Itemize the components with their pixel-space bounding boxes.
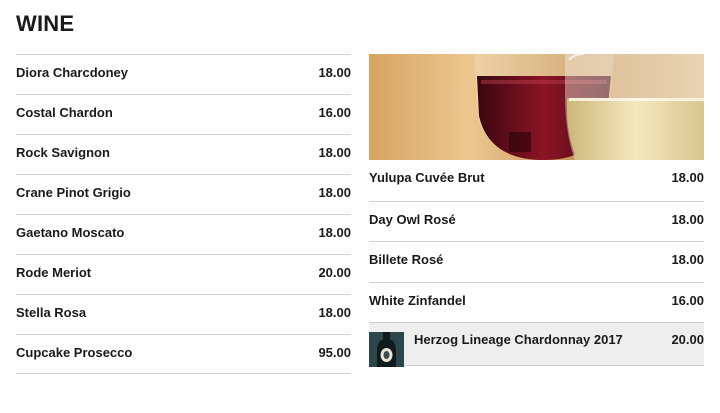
wine-price: 18.00 [318,65,351,80]
wine-name: Yulupa Cuvée Brut [369,170,485,185]
wine-glasses-illustration [369,54,704,160]
wine-name: Rock Savignon [16,145,110,160]
list-item[interactable]: Crane Pinot Grigio 18.00 [16,174,351,214]
list-item[interactable]: Rode Meriot 20.00 [16,254,351,294]
list-item[interactable]: Day Owl Rosé 18.00 [369,200,704,242]
wine-price: 16.00 [318,105,351,120]
list-item[interactable]: Stella Rosa 18.00 [16,294,351,334]
wine-name: Crane Pinot Grigio [16,185,131,200]
wine-price: 18.00 [318,185,351,200]
left-wine-list: Diora Charcdoney 18.00 Costal Chardon 16… [16,54,351,374]
wine-name: Costal Chardon [16,105,113,120]
wine-name: Rode Meriot [16,265,92,280]
wine-price: 16.00 [671,292,704,308]
wine-price: 18.00 [671,211,704,227]
wine-price: 20.00 [318,265,351,280]
wine-price: 18.00 [318,305,351,320]
list-item[interactable]: Diora Charcdoney 18.00 [16,54,351,94]
list-item[interactable]: Billete Rosé 18.00 [369,241,704,282]
wine-price: 18.00 [318,225,351,240]
wine-name: White Zinfandel [369,292,466,308]
wine-name: Billete Rosé [369,252,444,267]
list-item[interactable]: Gaetano Moscato 18.00 [16,214,351,254]
wine-name: Gaetano Moscato [16,225,125,240]
wine-name: Cupcake Prosecco [16,345,133,360]
section-title: WINE [16,11,75,36]
wine-name: Stella Rosa [16,305,87,320]
list-item[interactable]: Costal Chardon 16.00 [16,94,351,134]
featured-list-item[interactable]: Herzog Lineage Chardonnay 2017 20.00 [369,322,704,367]
wine-name: Day Owl Rosé [369,211,456,227]
list-item[interactable]: Yulupa Cuvée Brut 18.00 [369,160,704,201]
wine-name: Diora Charcdoney [16,65,128,80]
right-wine-list: Yulupa Cuvée Brut 18.00 Day Owl Rosé 18.… [369,54,704,367]
wine-bottle-icon [369,332,404,367]
wine-price: 95.00 [318,345,351,360]
list-item[interactable]: White Zinfandel 16.00 [369,281,704,323]
list-item[interactable]: Cupcake Prosecco 95.00 [16,334,351,374]
wine-price: 18.00 [318,145,351,160]
list-item[interactable]: Rock Savignon 18.00 [16,134,351,174]
wine-price: 20.00 [671,332,704,347]
wine-price: 18.00 [671,170,704,185]
wine-bottle-thumbnail [369,332,404,367]
wine-glasses-image [369,54,704,160]
wine-price: 18.00 [671,252,704,267]
wine-name: Herzog Lineage Chardonnay 2017 [414,332,623,347]
